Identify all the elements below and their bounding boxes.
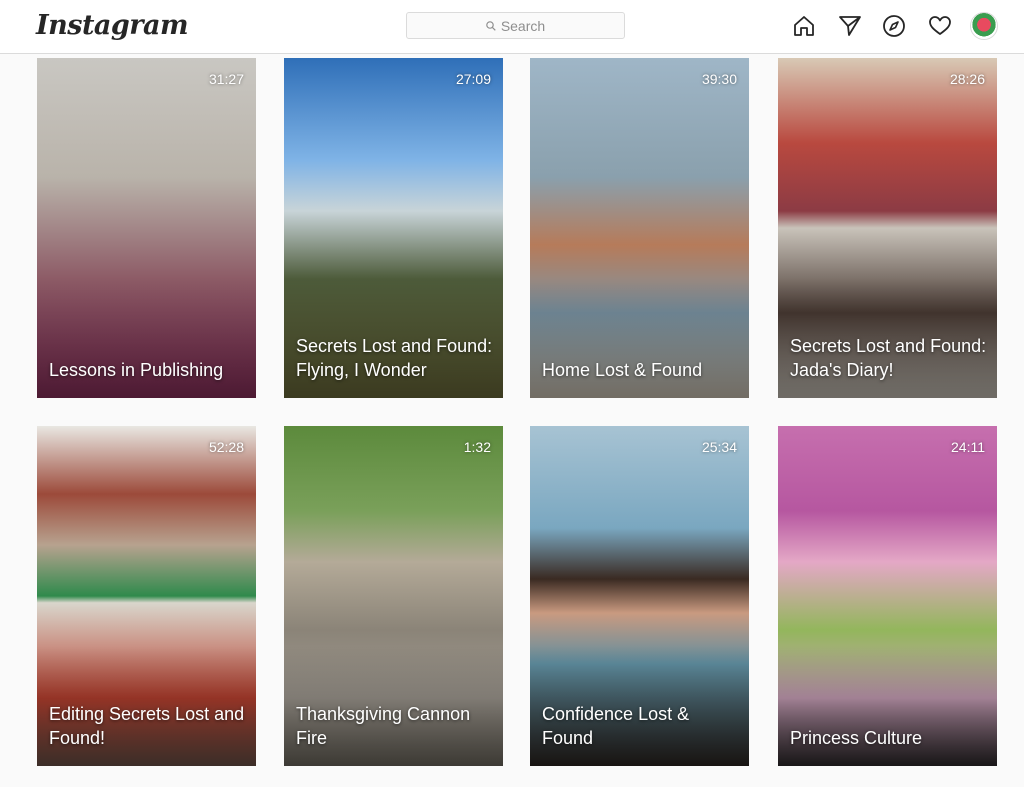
video-duration: 28:26 (949, 71, 985, 87)
video-tile[interactable]: 24:11 Princess Culture (778, 426, 997, 766)
search-input[interactable]: Search (406, 12, 625, 39)
video-tile[interactable]: 31:27 Lessons in Publishing (37, 58, 256, 398)
video-duration: 52:28 (208, 439, 244, 455)
video-title: Thanksgiving Cannon Fire (296, 704, 471, 748)
video-tile[interactable]: 28:26 Secrets Lost and Found: Jada's Dia… (778, 58, 997, 398)
activity-heart-icon[interactable] (928, 14, 952, 38)
instagram-logo[interactable]: Instagram (36, 10, 189, 41)
video-tile[interactable]: 25:34 Confidence Lost & Found (530, 426, 749, 766)
video-duration: 31:27 (208, 71, 244, 87)
direct-message-icon[interactable] (838, 14, 862, 38)
video-tile[interactable]: 1:32 Thanksgiving Cannon Fire (284, 426, 503, 766)
video-title: Secrets Lost and Found: Flying, I Wonder (296, 336, 493, 380)
video-title: Editing Secrets Lost and Found! (49, 704, 245, 748)
video-tile[interactable]: 52:28 Editing Secrets Lost and Found! (37, 426, 256, 766)
video-duration: 25:34 (701, 439, 737, 455)
explore-compass-icon[interactable] (882, 14, 906, 38)
video-duration: 24:11 (951, 439, 985, 455)
video-tile[interactable]: 27:09 Secrets Lost and Found: Flying, I … (284, 58, 503, 398)
video-duration: 1:32 (463, 439, 491, 455)
video-title: Secrets Lost and Found: Jada's Diary! (790, 336, 987, 380)
top-navigation-bar: Instagram Search (0, 0, 1024, 54)
video-title: Confidence Lost & Found (542, 704, 690, 748)
video-title: Lessons in Publishing (49, 360, 224, 380)
video-title: Home Lost & Found (542, 360, 703, 380)
video-title: Princess Culture (790, 728, 923, 748)
home-icon[interactable] (792, 14, 816, 38)
search-icon (486, 20, 496, 31)
search-placeholder: Search (500, 17, 546, 34)
video-duration: 39:30 (701, 71, 737, 87)
video-tile[interactable]: 39:30 Home Lost & Found (530, 58, 749, 398)
profile-avatar[interactable] (970, 12, 998, 40)
video-duration: 27:09 (455, 71, 491, 87)
